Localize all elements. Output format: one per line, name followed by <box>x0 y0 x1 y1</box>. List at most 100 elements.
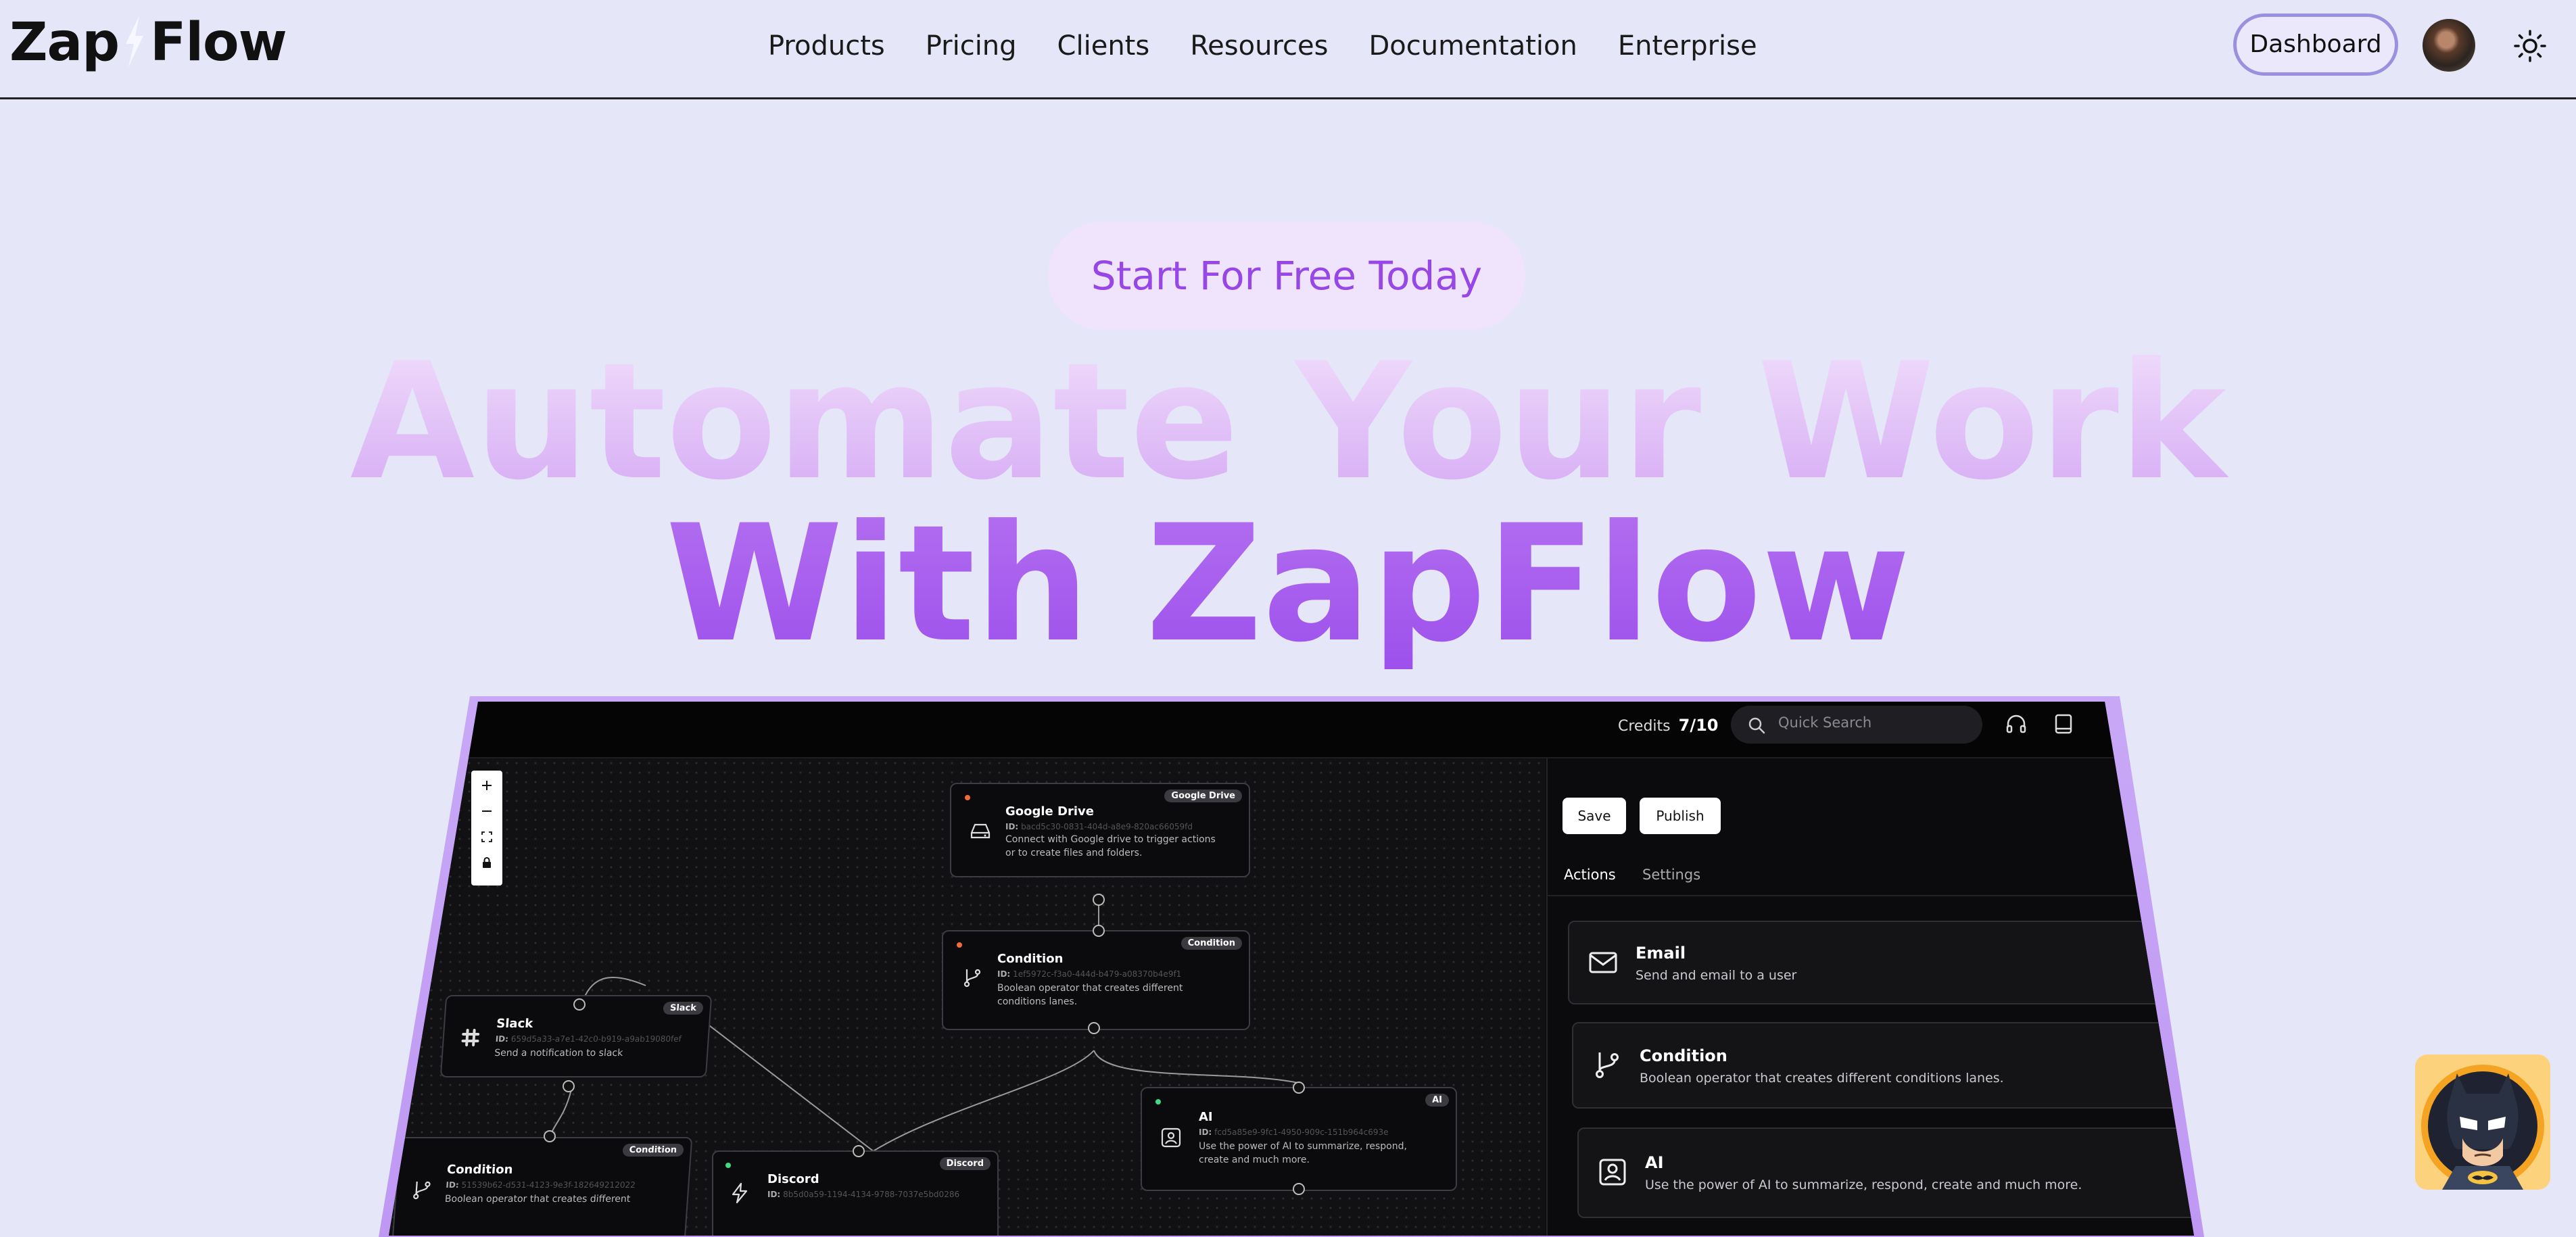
nav-item-products[interactable]: Products <box>768 27 885 68</box>
logo-text-right: Flow <box>150 12 287 73</box>
node-condition[interactable]: Condition Condition ID: 1ef5972c-f3a0-44… <box>942 930 1250 1030</box>
node-id-value: 8b5d0a59-1194-4134-9788-7037e5bd0286 <box>783 1190 960 1199</box>
connection-handle[interactable] <box>563 1080 575 1092</box>
start-free-button[interactable]: Start For Free Today <box>1048 222 1525 330</box>
logo[interactable]: Zap Flow <box>9 12 287 73</box>
save-button[interactable]: Save <box>1563 798 1626 834</box>
search-placeholder: Quick Search <box>1778 714 1872 731</box>
node-badge: Discord <box>939 1157 991 1170</box>
connection-handle[interactable] <box>1293 1183 1305 1195</box>
node-badge: Slack <box>663 1002 704 1015</box>
node-desc-line: Connect with Google drive to trigger act… <box>1005 834 1216 845</box>
connection-handle[interactable] <box>1093 925 1105 937</box>
branch-icon <box>963 969 981 988</box>
node-id-label: ID: <box>1005 822 1019 831</box>
node-title: AI <box>1199 1110 1213 1124</box>
action-card-condition[interactable]: Condition Boolean operator that creates … <box>1572 1022 2194 1109</box>
book-icon[interactable] <box>2052 712 2075 735</box>
preview-topbar: Credits 7/10 Quick Search <box>389 702 2194 758</box>
status-dot <box>1155 1099 1161 1105</box>
action-card-ai[interactable]: AI Use the power of AI to summarize, res… <box>1577 1127 2194 1218</box>
node-desc-line: conditions lanes. <box>997 996 1078 1007</box>
connection-handle[interactable] <box>853 1145 865 1157</box>
dashboard-button[interactable]: Dashboard <box>2233 14 2398 76</box>
mail-icon <box>1589 952 1617 973</box>
connection-handle[interactable] <box>544 1130 556 1142</box>
node-condition[interactable]: Condition Condition ID: 51539b62-d531-41… <box>391 1137 693 1236</box>
node-id-label: ID: <box>495 1034 509 1044</box>
minus-icon[interactable] <box>480 804 494 818</box>
main-menu: Products Pricing Clients Resources Docum… <box>768 27 1798 68</box>
node-ai[interactable]: AI AI ID: fcd5a85e9-9fc1-4950-909c-151b9… <box>1141 1087 1457 1191</box>
logo-text-left: Zap <box>9 12 120 73</box>
node-id-label: ID: <box>997 969 1011 979</box>
slack-icon <box>461 1029 480 1046</box>
node-id-label: ID: <box>445 1180 460 1190</box>
nav-item-resources[interactable]: Resources <box>1190 27 1328 68</box>
search-icon <box>1748 717 1765 734</box>
connection-handle[interactable] <box>573 998 586 1011</box>
sun-icon[interactable] <box>2511 27 2549 65</box>
node-title: Condition <box>997 952 1064 966</box>
headset-icon[interactable] <box>2005 712 2028 735</box>
node-desc-line: Use the power of AI to summarize, respon… <box>1199 1141 1407 1152</box>
node-desc-line: Boolean operator that creates different <box>997 983 1183 994</box>
tab-settings[interactable]: Settings <box>1642 867 1700 883</box>
status-dot <box>965 795 970 800</box>
drive-icon <box>970 823 991 839</box>
node-discord[interactable]: Discord Discord ID: 8b5d0a59-1194-4134-9… <box>712 1150 999 1236</box>
action-title: Email <box>1636 944 1686 963</box>
node-id: ID: 8b5d0a59-1194-4134-9788-7037e5bd0286 <box>767 1190 959 1199</box>
canvas-toolbar <box>471 771 502 886</box>
actions-panel: Save Publish Actions Settings Email Send… <box>1546 758 2194 1236</box>
connection-handle[interactable] <box>1293 1082 1305 1094</box>
node-id: ID: 51539b62-d531-4123-9e3f-182649212022 <box>446 1180 636 1190</box>
node-desc-line: Boolean operator that creates different <box>444 1194 631 1205</box>
branch-icon <box>1596 1052 1619 1078</box>
workflow-canvas[interactable]: Google Drive Google Drive ID: bacd5c30-0… <box>389 758 1545 1236</box>
nav-item-pricing[interactable]: Pricing <box>926 27 1017 68</box>
node-desc-line: or to create files and folders. <box>1005 848 1143 858</box>
bolt-icon <box>126 16 144 67</box>
node-title: Google Drive <box>1005 804 1094 819</box>
node-id: ID: 659d5a33-a7e1-42c0-b919-a9ab19080fef <box>495 1034 682 1044</box>
node-google-drive[interactable]: Google Drive Google Drive ID: bacd5c30-0… <box>950 783 1250 877</box>
nav-item-documentation[interactable]: Documentation <box>1368 27 1577 68</box>
node-description: Send a notification to slack <box>494 1046 623 1060</box>
nav-item-clients[interactable]: Clients <box>1057 27 1150 68</box>
fit-view-icon[interactable] <box>480 830 494 844</box>
node-badge: AI <box>1425 1094 1449 1107</box>
node-desc-line: create and much more. <box>1199 1155 1310 1165</box>
node-title: Condition <box>446 1163 514 1177</box>
batman-avatar-icon[interactable] <box>2415 1054 2550 1190</box>
plus-icon[interactable] <box>480 779 494 792</box>
action-card-email[interactable]: Email Send and email to a user <box>1568 921 2194 1004</box>
nav-item-enterprise[interactable]: Enterprise <box>1618 27 1757 68</box>
lock-icon[interactable] <box>480 856 494 869</box>
quick-search-input[interactable]: Quick Search <box>1731 706 1982 744</box>
node-desc-line: Send a notification to slack <box>494 1048 623 1059</box>
user-avatar[interactable] <box>2423 19 2475 72</box>
lightning-icon <box>732 1182 748 1204</box>
publish-button[interactable]: Publish <box>1640 798 1721 834</box>
action-title: Condition <box>1640 1046 1727 1065</box>
tab-actions[interactable]: Actions <box>1564 867 1616 883</box>
node-badge: Condition <box>621 1144 684 1157</box>
tabs-divider <box>1548 895 2194 896</box>
action-title: AI <box>1645 1153 1664 1172</box>
connection-handle[interactable] <box>1088 1022 1100 1034</box>
node-description: Connect with Google drive to trigger act… <box>1005 833 1216 860</box>
node-description: Use the power of AI to summarize, respon… <box>1199 1140 1407 1167</box>
action-description: Send and email to a user <box>1636 968 1797 983</box>
headline-line-2: With ZapFlow <box>0 500 2576 669</box>
branch-icon <box>413 1181 431 1200</box>
node-id-label: ID: <box>767 1190 781 1199</box>
node-badge: Condition <box>1180 937 1242 950</box>
node-id-value: 51539b62-d531-4123-9e3f-182649212022 <box>460 1180 636 1190</box>
node-id-value: bacd5c30-0831-404d-a8e9-820ac66059fd <box>1021 822 1193 831</box>
node-id: ID: fcd5a85e9-9fc1-4950-909c-151b964c693… <box>1199 1127 1389 1137</box>
headline-line-1: Automate Your Work <box>0 338 2576 507</box>
status-dot <box>957 942 962 948</box>
status-dot <box>725 1163 731 1168</box>
connection-handle[interactable] <box>1093 894 1105 906</box>
